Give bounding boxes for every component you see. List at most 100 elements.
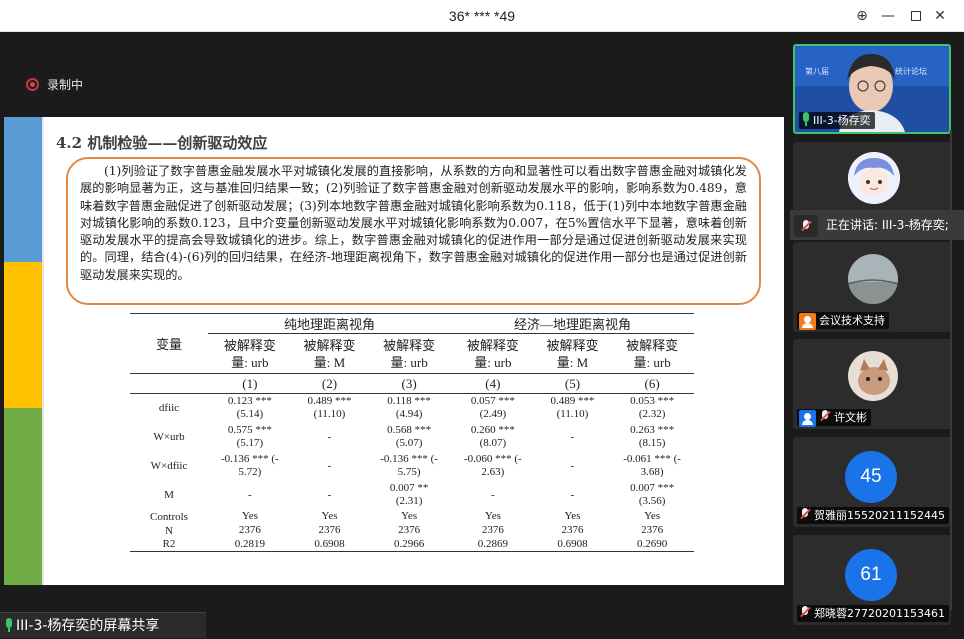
table-cell: 0.053 *** (2.32)	[610, 394, 694, 423]
cell-line: Yes	[644, 510, 661, 522]
table-cell: 0.6908	[534, 537, 611, 552]
share-owner-text: III-3-杨存奕的屏幕共享	[16, 618, 160, 634]
table-cell: -0.061 *** (- 3.68)	[610, 452, 694, 481]
cell-line: 2376	[238, 524, 261, 536]
participant-number-avatar: 45	[845, 451, 897, 503]
cell-line: 0.123 ***	[227, 395, 272, 408]
regression-table: 变量 纯地理距离视角 经济—地理距离视角 被解释变 量: urb 被解释变 量: M被…	[130, 313, 694, 552]
table-cell: 0.118 *** (4.94)	[367, 394, 451, 423]
cell-line: 5.75)	[397, 466, 421, 478]
cell-line: 5.72)	[238, 466, 262, 478]
cell-line: (8.07)	[479, 437, 507, 449]
cell-line: -	[491, 488, 495, 501]
table-cell: 0.2869	[450, 537, 535, 552]
mic-muted-icon	[819, 410, 831, 423]
pin-icon[interactable]: ⊕	[852, 6, 872, 26]
column-header: 被解释变 量: M	[292, 334, 367, 374]
user-icon	[799, 409, 816, 427]
cell-line: 0.2869	[477, 537, 508, 550]
table-row: Controls Yes Yes Yes Yes Yes Yes	[130, 510, 694, 524]
participant-name-tag: 会议技术支持	[797, 312, 889, 330]
table-cell: 0.2966	[367, 537, 451, 552]
table-cell: -0.136 *** (- 5.75)	[367, 452, 451, 481]
cell-line: 3.68)	[640, 466, 664, 478]
cell-line: 0.007 ***	[630, 482, 675, 494]
participant-name: 贺雅丽15520211152445	[814, 509, 945, 522]
slide-text-box: (1)列验证了数字普惠金融发展水平对城镇化发展的直接影响，从系数的方向和显著性可…	[66, 157, 761, 305]
table-cell: -	[208, 481, 292, 510]
cell-line: (3.56)	[638, 495, 666, 507]
column-index: (5)	[534, 373, 611, 394]
column-header: 被解释变 量: urb	[610, 334, 694, 374]
svg-text:第八届: 第八届	[805, 66, 829, 76]
window-title: 36* *** *49	[448, 8, 516, 24]
user-icon	[799, 312, 816, 330]
cell-line: Yes	[564, 510, 581, 522]
participant-tile-1[interactable]: 第八届 统计论坛 III-3-杨存奕	[793, 44, 951, 134]
cell-line: (2.32)	[638, 408, 666, 421]
table-cell: 0.2819	[208, 537, 292, 552]
table-cell: 2376	[292, 524, 367, 538]
cell-line: 0.263 ***	[630, 424, 675, 436]
column-header-line: 量: urb	[390, 354, 428, 370]
participant-tile-5[interactable]: 45 贺雅丽15520211152445	[793, 437, 951, 527]
table-cell: 0.123 *** (5.14)	[208, 394, 292, 423]
cell-line: (5.07)	[395, 437, 423, 449]
muted-mic-box[interactable]	[794, 214, 818, 237]
recording-indicator: 录制中	[26, 76, 83, 94]
cell-line: -0.060 *** (-	[463, 453, 522, 465]
cell-line: (11.10)	[556, 408, 589, 421]
cell-line: 2376	[641, 524, 664, 536]
sidebar-green-block	[4, 408, 42, 585]
table-row: dfiic 0.123 *** (5.14) 0.489 *** (11.10) 0.11…	[130, 394, 694, 423]
column-header-line: 被解释变	[383, 337, 436, 353]
close-button[interactable]: ✕	[930, 6, 950, 26]
column-header-line: 量: M	[556, 354, 589, 370]
cell-line: 0.489 ***	[550, 395, 595, 408]
participant-name: 郑晓蓉27720201153461	[814, 607, 945, 620]
column-index: (2)	[291, 373, 368, 394]
participant-name: 会议技术支持	[819, 314, 885, 327]
column-index: (4)	[450, 373, 535, 394]
cell-line: -	[570, 488, 575, 501]
cell-line: -	[327, 430, 332, 443]
table-cell: 2376	[535, 524, 610, 538]
table-row: W×urb 0.575 *** (5.17) -0.568 *** (5.07) 0.26…	[130, 423, 694, 452]
cell-line: (2.49)	[479, 408, 507, 421]
column-header-line: 被解释变	[466, 337, 519, 353]
group-header-econ-geo: 经济—地理距离视角	[450, 313, 694, 334]
cell-line: (5.14)	[236, 408, 264, 421]
cell-line: -0.061 *** (-	[623, 453, 681, 465]
table-cell: 0.263 *** (8.15)	[610, 423, 694, 452]
table-cell: Yes	[610, 510, 694, 524]
cell-line: 0.260 ***	[470, 424, 515, 436]
table-cell: Yes	[535, 510, 610, 524]
table-cell: 2376	[367, 524, 451, 538]
table-cell: Yes	[208, 510, 292, 524]
participant-tile-4[interactable]: 许文彬	[793, 339, 951, 429]
record-icon	[26, 78, 39, 91]
participant-avatar	[848, 254, 898, 304]
table-row: W×dfiic -0.136 *** (- 5.72) - -0.136 *** (- 5…	[130, 452, 694, 481]
column-header: 被解释变 量: urb	[208, 334, 292, 374]
table-cell: 0.260 *** (8.07)	[451, 423, 535, 452]
minimize-button[interactable]: —	[878, 6, 898, 26]
mic-icon	[4, 618, 14, 632]
participant-avatar	[848, 152, 900, 204]
column-index: (3)	[367, 373, 451, 394]
group-header-geo: 纯地理距离视角	[208, 313, 451, 334]
row-variable: M	[164, 489, 174, 501]
maximize-button[interactable]	[906, 6, 926, 26]
table-row: N 2376 2376 2376 2376 2376 2376	[130, 524, 694, 538]
table-cell: 0.489 *** (11.10)	[292, 394, 367, 423]
column-header: 被解释变 量: urb	[451, 334, 535, 374]
table-cell: -	[535, 423, 610, 452]
window-titlebar: 36* *** *49 ⊕ — ✕	[0, 0, 964, 32]
participant-tile-3[interactable]: 会议技术支持	[793, 242, 951, 332]
participant-name-tag: 许文彬	[797, 409, 871, 427]
speaking-indicator: 正在讲话: III-3-杨存奕;	[790, 210, 964, 240]
panel-scrollbar[interactable]	[950, 130, 952, 610]
table-cell: Yes	[451, 510, 535, 524]
participant-tile-6[interactable]: 61 郑晓蓉27720201153461	[793, 535, 951, 625]
participant-avatar	[848, 351, 898, 401]
